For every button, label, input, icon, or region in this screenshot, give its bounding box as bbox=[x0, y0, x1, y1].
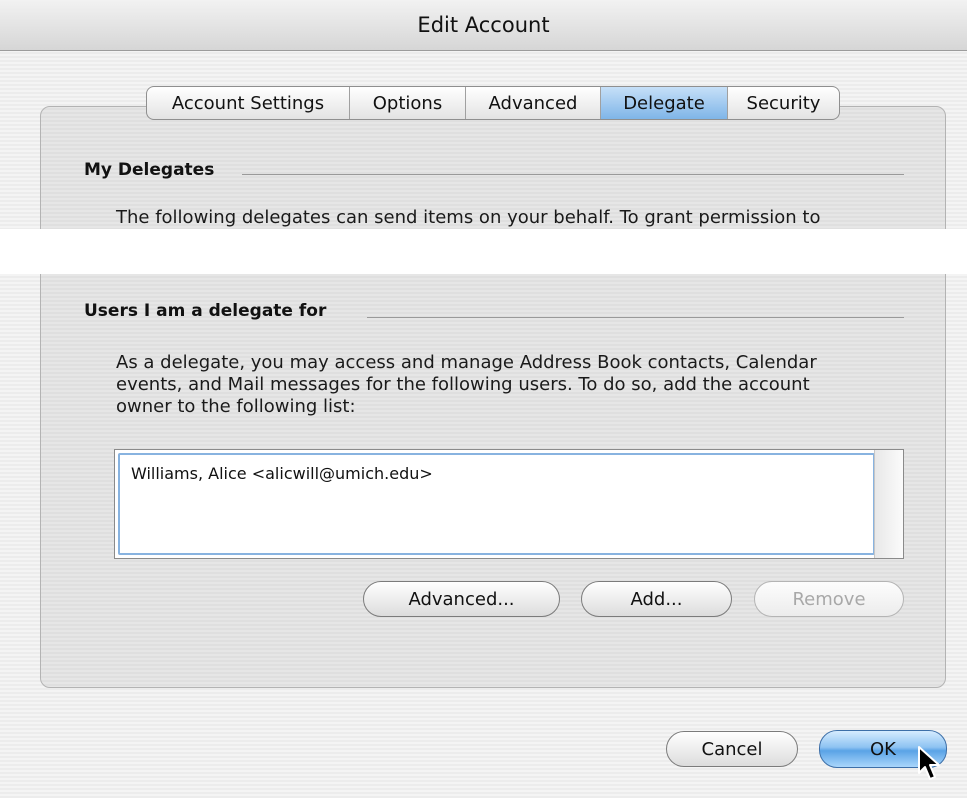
tab-advanced[interactable]: Advanced bbox=[466, 87, 601, 119]
advanced-button-label: Advanced... bbox=[408, 588, 515, 610]
section-divider bbox=[242, 174, 904, 175]
advanced-button[interactable]: Advanced... bbox=[363, 581, 560, 617]
ok-button-label: OK bbox=[870, 738, 896, 760]
cancel-button-label: Cancel bbox=[701, 738, 763, 760]
my-delegates-heading: My Delegates bbox=[84, 160, 215, 180]
edit-account-window: Edit Account Account Settings Options Ad… bbox=[0, 0, 967, 798]
my-delegates-description: The following delegates can send items o… bbox=[116, 207, 821, 228]
tab-label: Delegate bbox=[623, 92, 705, 114]
list-scrollbar[interactable] bbox=[874, 450, 903, 558]
mouse-pointer-icon bbox=[918, 746, 940, 780]
tab-label: Advanced bbox=[488, 92, 578, 114]
add-button[interactable]: Add... bbox=[581, 581, 732, 617]
add-button-label: Add... bbox=[630, 588, 683, 610]
delegate-users-list[interactable]: Williams, Alice <alicwill@umich.edu> bbox=[114, 449, 904, 559]
tab-delegate[interactable]: Delegate bbox=[601, 87, 728, 119]
section-divider bbox=[367, 317, 904, 318]
delegate-for-description-line-3: owner to the following list: bbox=[116, 396, 356, 417]
window-titlebar[interactable]: Edit Account bbox=[0, 0, 967, 51]
remove-button-label: Remove bbox=[792, 588, 866, 610]
tab-account-settings[interactable]: Account Settings bbox=[147, 87, 350, 119]
tab-label: Options bbox=[372, 92, 443, 114]
delegate-for-heading: Users I am a delegate for bbox=[84, 301, 327, 321]
list-item[interactable]: Williams, Alice <alicwill@umich.edu> bbox=[131, 464, 433, 483]
remove-button[interactable]: Remove bbox=[754, 581, 904, 617]
cancel-button[interactable]: Cancel bbox=[666, 731, 798, 767]
tab-bar: Account Settings Options Advanced Delega… bbox=[146, 86, 840, 120]
tab-security[interactable]: Security bbox=[728, 87, 839, 119]
cropped-region bbox=[0, 229, 967, 274]
delegate-for-description-line-1: As a delegate, you may access and manage… bbox=[116, 352, 817, 373]
delegate-for-description-line-2: events, and Mail messages for the follow… bbox=[116, 374, 810, 395]
tab-label: Account Settings bbox=[171, 92, 325, 114]
tab-label: Security bbox=[746, 92, 821, 114]
window-title: Edit Account bbox=[417, 13, 550, 37]
tab-options[interactable]: Options bbox=[350, 87, 466, 119]
